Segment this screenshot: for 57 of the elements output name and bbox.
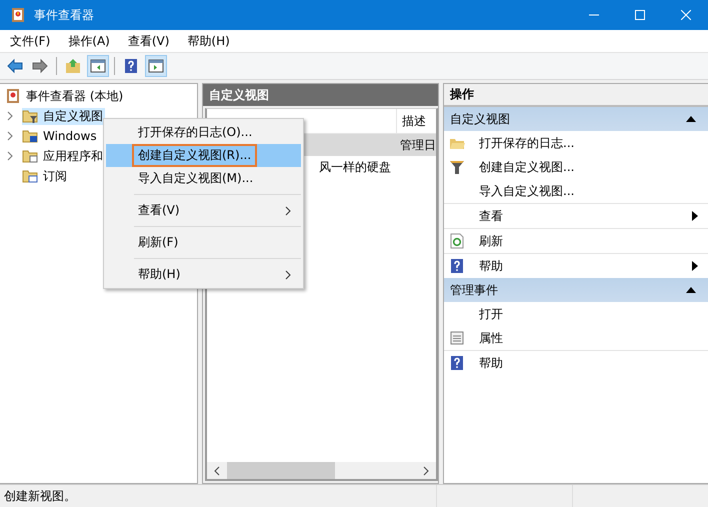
pane-icon[interactable]: [145, 55, 167, 77]
tree-item[interactable]: 应用程序和: [22, 148, 105, 164]
collapse-triangle-icon[interactable]: [686, 116, 696, 122]
close-icon[interactable]: [681, 10, 691, 20]
pane-header: 操作: [444, 84, 708, 107]
refresh-icon: [449, 233, 465, 249]
filter-icon: [449, 159, 465, 175]
table-cell: 管理日: [400, 138, 436, 152]
section-title: 自定义视图: [450, 110, 510, 128]
tree-item[interactable]: 自定义视图: [22, 108, 105, 124]
status-text: 创建新视图。: [3, 488, 77, 504]
expand-chevron-icon[interactable]: [6, 111, 14, 121]
action-link[interactable]: 打开保存的日志...: [479, 134, 574, 152]
submenu-chevron-icon: [285, 270, 291, 280]
horizontal-scrollbar[interactable]: [207, 462, 436, 479]
tree-item[interactable]: 事件查看器 (本地): [26, 88, 124, 104]
tree-item[interactable]: Windows: [22, 128, 99, 144]
menu-item[interactable]: 查看(V): [118, 32, 178, 50]
scroll-left-icon[interactable]: [213, 466, 221, 476]
section-header[interactable]: 自定义视图: [444, 107, 708, 131]
section-header[interactable]: 管理事件: [444, 278, 708, 302]
menu-item[interactable]: 刷新(F): [106, 231, 301, 254]
action-link[interactable]: 帮助: [479, 258, 503, 274]
action-link[interactable]: 创建自定义视图...: [479, 158, 574, 176]
submenu-arrow-icon: [692, 211, 698, 221]
action-link[interactable]: 刷新: [479, 232, 503, 250]
action-link[interactable]: 帮助: [479, 354, 503, 372]
event-viewer-icon: [5, 88, 21, 104]
submenu-arrow-icon: [692, 261, 698, 271]
menu-item[interactable]: 创建自定义视图(R)...: [106, 144, 301, 167]
properties-icon: [449, 330, 465, 346]
window-title: 事件查看器: [34, 6, 94, 24]
column-header[interactable]: 描述: [397, 109, 426, 133]
action-link[interactable]: 查看: [479, 208, 503, 224]
help-icon: [449, 258, 465, 274]
expand-chevron-icon[interactable]: [6, 151, 14, 161]
action-link[interactable]: 打开: [479, 306, 503, 322]
scroll-right-icon[interactable]: [422, 466, 430, 476]
collapse-triangle-icon[interactable]: [686, 287, 696, 293]
scrollbar-thumb[interactable]: [227, 462, 335, 479]
help-icon: [449, 355, 465, 371]
menu-item[interactable]: 导入自定义视图(M)...: [106, 167, 301, 190]
action-link[interactable]: 导入自定义视图...: [479, 182, 574, 200]
submenu-chevron-icon: [285, 206, 291, 216]
menu-item[interactable]: 帮助(H): [177, 32, 238, 50]
tree-item[interactable]: 订阅: [22, 168, 69, 184]
expand-chevron-icon[interactable]: [6, 131, 14, 141]
pane-icon[interactable]: [87, 55, 109, 77]
menu-item[interactable]: 操作(A): [58, 32, 118, 50]
maximize-icon[interactable]: [635, 10, 645, 20]
menu-item[interactable]: 文件(F): [0, 32, 58, 50]
section-title: 管理事件: [450, 282, 498, 298]
menu-item[interactable]: 帮助(H): [106, 263, 301, 286]
menu-item[interactable]: 查看(V): [106, 199, 301, 222]
event-viewer-icon: [10, 7, 26, 23]
pane-header: 自定义视图: [203, 84, 438, 106]
action-link[interactable]: 属性: [479, 330, 503, 346]
